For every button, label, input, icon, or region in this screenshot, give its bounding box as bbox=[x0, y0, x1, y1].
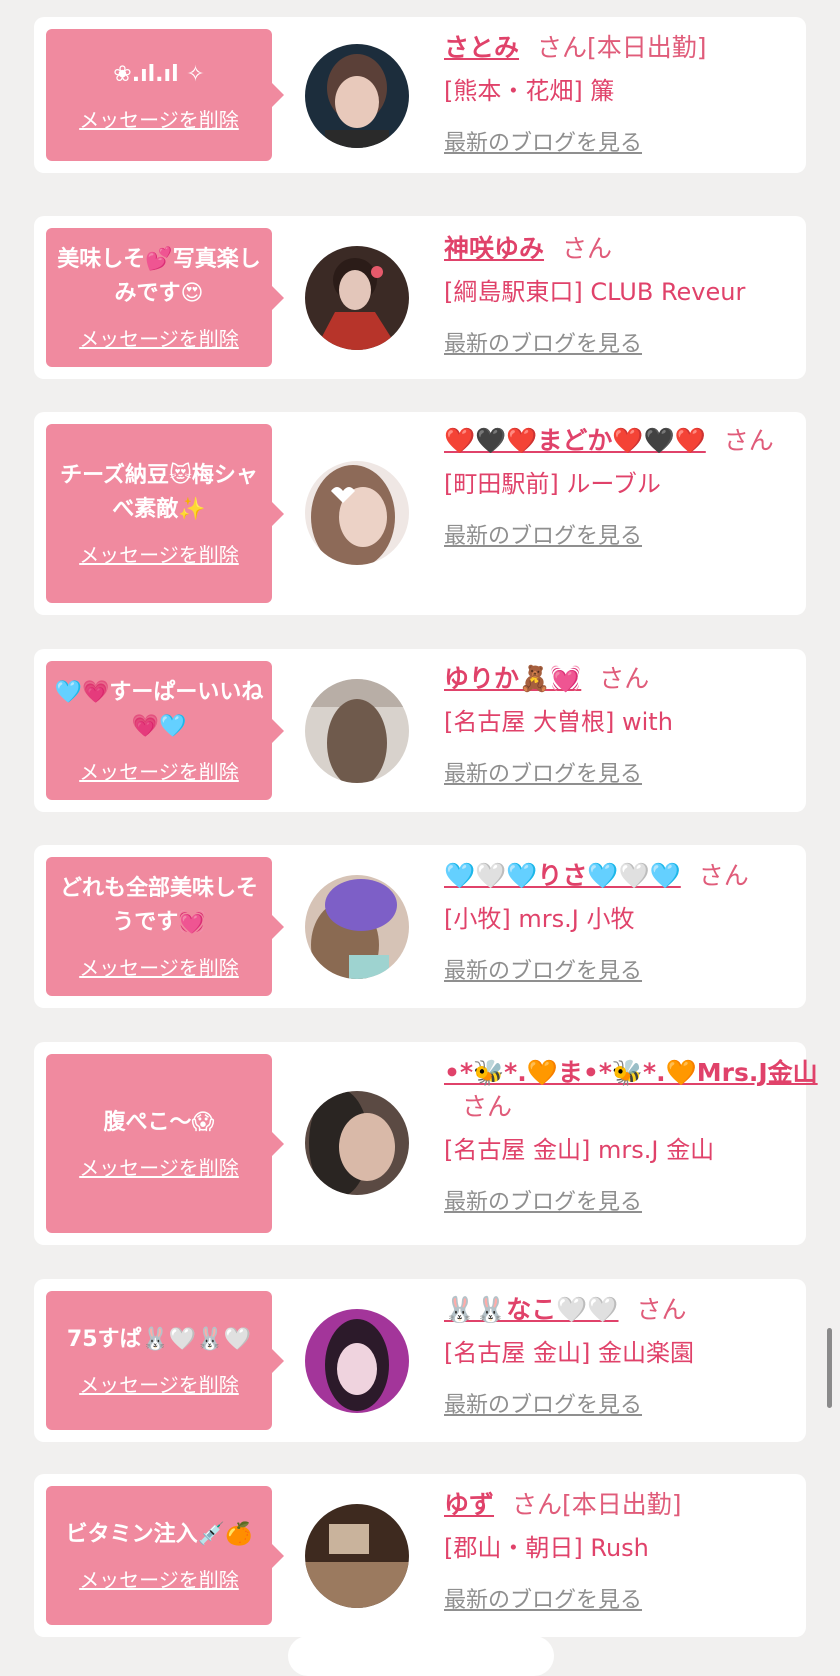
avatar[interactable] bbox=[305, 461, 409, 565]
message-text: ビタミン注入💉🍊 bbox=[65, 1522, 253, 1547]
cast-name-link[interactable]: ゆず bbox=[444, 1490, 494, 1519]
message-bubble: 75すぱ🐰🤍🐰🤍 メッセージを削除 bbox=[46, 1291, 284, 1430]
name-line: さとみ さん[本日出勤] bbox=[444, 31, 824, 65]
name-line: ゆりか🧸💓 さん bbox=[444, 662, 824, 696]
message-bubble: 🩵💗すーぱーいいね💗🩵 メッセージを削除 bbox=[46, 661, 284, 800]
shop-label: [町田駅前] ルーブル bbox=[444, 470, 661, 498]
latest-blog-link[interactable]: 最新のブログを見る bbox=[444, 1387, 824, 1419]
name-suffix: さん bbox=[698, 861, 749, 890]
avatar[interactable] bbox=[305, 1091, 409, 1195]
name-suffix: さん bbox=[462, 1092, 513, 1121]
latest-blog-link[interactable]: 最新のブログを見る bbox=[444, 953, 824, 985]
message-bubble: チーズ納豆😻梅シャべ素敵✨ メッセージを削除 bbox=[46, 424, 284, 603]
shop-label: [小牧] mrs.J 小牧 bbox=[444, 905, 635, 933]
shop-label: [名古屋 金山] mrs.J 金山 bbox=[444, 1136, 715, 1164]
avatar[interactable] bbox=[305, 875, 409, 979]
delete-message-link[interactable]: メッセージを削除 bbox=[79, 104, 239, 133]
message-card: チーズ納豆😻梅シャべ素敵✨ メッセージを削除 ❤️🖤❤️まどか❤️🖤❤️ さん [… bbox=[34, 412, 806, 615]
cast-info: 🩵🤍🩵りさ🩵🤍🩵 さん [小牧] mrs.J 小牧 最新のブログを見る bbox=[444, 859, 824, 985]
delete-message-link[interactable]: メッセージを削除 bbox=[79, 539, 239, 568]
name-line: 神咲ゆみ さん bbox=[444, 232, 824, 266]
avatar[interactable] bbox=[305, 1504, 409, 1608]
cast-info: •*🐝*.🧡ま•*🐝*.🧡Mrs.J金山さん [名古屋 金山] mrs.J 金山… bbox=[444, 1056, 824, 1216]
message-bubble: 美味しそ💕写真楽しみです😍 メッセージを削除 bbox=[46, 228, 284, 367]
cast-info: 神咲ゆみ さん [綱島駅東口] CLUB Reveur 最新のブログを見る bbox=[444, 232, 824, 358]
name-suffix: さん bbox=[723, 426, 774, 455]
message-bubble: ❀.ıl.ıl ✧ メッセージを削除 bbox=[46, 29, 284, 161]
name-suffix: さん bbox=[562, 234, 613, 263]
message-card: 🩵💗すーぱーいいね💗🩵 メッセージを削除 ゆりか🧸💓 さん [名古屋 大曽根] w… bbox=[34, 649, 806, 812]
name-suffix: さん[本日出勤] bbox=[537, 33, 707, 62]
message-card: 75すぱ🐰🤍🐰🤍 メッセージを削除 🐰🐰なこ🤍🤍 さん [名古屋 金山] 金山楽園… bbox=[34, 1279, 806, 1442]
avatar[interactable] bbox=[305, 246, 409, 350]
message-bubble: 腹ぺこ〜😱 メッセージを削除 bbox=[46, 1054, 284, 1233]
message-text: 🩵💗すーぱーいいね💗🩵 bbox=[54, 680, 264, 739]
name-line: ❤️🖤❤️まどか❤️🖤❤️ さん bbox=[444, 424, 824, 458]
delete-message-link[interactable]: メッセージを削除 bbox=[79, 1152, 239, 1181]
cast-info: ❤️🖤❤️まどか❤️🖤❤️ さん [町田駅前] ルーブル 最新のブログを見る bbox=[444, 424, 824, 550]
latest-blog-link[interactable]: 最新のブログを見る bbox=[444, 518, 824, 550]
avatar[interactable] bbox=[305, 679, 409, 783]
scrollbar[interactable] bbox=[827, 1328, 832, 1408]
shop-label: [名古屋 金山] 金山楽園 bbox=[444, 1339, 694, 1367]
latest-blog-link[interactable]: 最新のブログを見る bbox=[444, 1184, 824, 1216]
cast-name-link[interactable]: 🐰🐰なこ🤍🤍 bbox=[444, 1295, 619, 1324]
latest-blog-link[interactable]: 最新のブログを見る bbox=[444, 1582, 824, 1614]
latest-blog-link[interactable]: 最新のブログを見る bbox=[444, 326, 824, 358]
message-card: 腹ぺこ〜😱 メッセージを削除 •*🐝*.🧡ま•*🐝*.🧡Mrs.J金山さん [名… bbox=[34, 1042, 818, 1245]
name-suffix: さん bbox=[636, 1295, 687, 1324]
name-suffix: さん[本日出勤] bbox=[512, 1490, 682, 1519]
message-card: ビタミン注入💉🍊 メッセージを削除 ゆず さん[本日出勤] [郡山・朝日] Rus… bbox=[34, 1474, 806, 1637]
message-bubble: ビタミン注入💉🍊 メッセージを削除 bbox=[46, 1486, 284, 1625]
delete-message-link[interactable]: メッセージを削除 bbox=[79, 323, 239, 352]
delete-message-link[interactable]: メッセージを削除 bbox=[79, 756, 239, 785]
avatar[interactable] bbox=[305, 1309, 409, 1413]
cast-info: ゆりか🧸💓 さん [名古屋 大曽根] with 最新のブログを見る bbox=[444, 662, 824, 788]
message-bubble: どれも全部美味しそうです💓 メッセージを削除 bbox=[46, 857, 284, 996]
message-text: 腹ぺこ〜😱 bbox=[103, 1110, 215, 1135]
cast-name-link[interactable]: •*🐝*.🧡ま•*🐝*.🧡Mrs.J金山 bbox=[444, 1058, 818, 1087]
cast-info: 🐰🐰なこ🤍🤍 さん [名古屋 金山] 金山楽園 最新のブログを見る bbox=[444, 1293, 824, 1419]
name-line: ゆず さん[本日出勤] bbox=[444, 1488, 824, 1522]
cast-name-link[interactable]: ❤️🖤❤️まどか❤️🖤❤️ bbox=[444, 426, 706, 455]
cast-name-link[interactable]: 🩵🤍🩵りさ🩵🤍🩵 bbox=[444, 861, 681, 890]
name-suffix: さん bbox=[599, 664, 650, 693]
message-text: どれも全部美味しそうです💓 bbox=[59, 876, 258, 935]
message-text: チーズ納豆😻梅シャべ素敵✨ bbox=[60, 463, 258, 522]
latest-blog-link[interactable]: 最新のブログを見る bbox=[444, 756, 824, 788]
shop-label: [郡山・朝日] Rush bbox=[444, 1534, 649, 1562]
delete-message-link[interactable]: メッセージを削除 bbox=[79, 952, 239, 981]
name-line: •*🐝*.🧡ま•*🐝*.🧡Mrs.J金山さん bbox=[444, 1056, 824, 1124]
message-text: 75すぱ🐰🤍🐰🤍 bbox=[66, 1327, 252, 1352]
cast-info: さとみ さん[本日出勤] [熊本・花畑] 簾 最新のブログを見る bbox=[444, 31, 824, 157]
message-text: ❀.ıl.ıl ✧ bbox=[113, 61, 205, 87]
cast-name-link[interactable]: 神咲ゆみ bbox=[444, 234, 544, 263]
avatar[interactable] bbox=[305, 44, 409, 148]
shop-label: [名古屋 大曽根] with bbox=[444, 708, 673, 736]
shop-label: [綱島駅東口] CLUB Reveur bbox=[444, 278, 746, 306]
delete-message-link[interactable]: メッセージを削除 bbox=[79, 1369, 239, 1398]
latest-blog-link[interactable]: 最新のブログを見る bbox=[444, 125, 824, 157]
delete-message-link[interactable]: メッセージを削除 bbox=[79, 1564, 239, 1593]
name-line: 🩵🤍🩵りさ🩵🤍🩵 さん bbox=[444, 859, 824, 893]
cast-name-link[interactable]: さとみ bbox=[444, 33, 519, 62]
message-text: 美味しそ💕写真楽しみです😍 bbox=[57, 247, 261, 306]
message-card: 美味しそ💕写真楽しみです😍 メッセージを削除 神咲ゆみ さん [綱島駅東口] CL… bbox=[34, 216, 806, 379]
cast-info: ゆず さん[本日出勤] [郡山・朝日] Rush 最新のブログを見る bbox=[444, 1488, 824, 1614]
name-line: 🐰🐰なこ🤍🤍 さん bbox=[444, 1293, 824, 1327]
cast-name-link[interactable]: ゆりか🧸💓 bbox=[444, 664, 581, 693]
shop-label: [熊本・花畑] 簾 bbox=[444, 77, 615, 105]
message-card: どれも全部美味しそうです💓 メッセージを削除 🩵🤍🩵りさ🩵🤍🩵 さん [小牧] m… bbox=[34, 845, 806, 1008]
bottom-floating-bar[interactable] bbox=[288, 1636, 554, 1676]
message-card: ❀.ıl.ıl ✧ メッセージを削除 さとみ さん[本日出勤] [熊本・花畑] 簾… bbox=[34, 17, 806, 173]
